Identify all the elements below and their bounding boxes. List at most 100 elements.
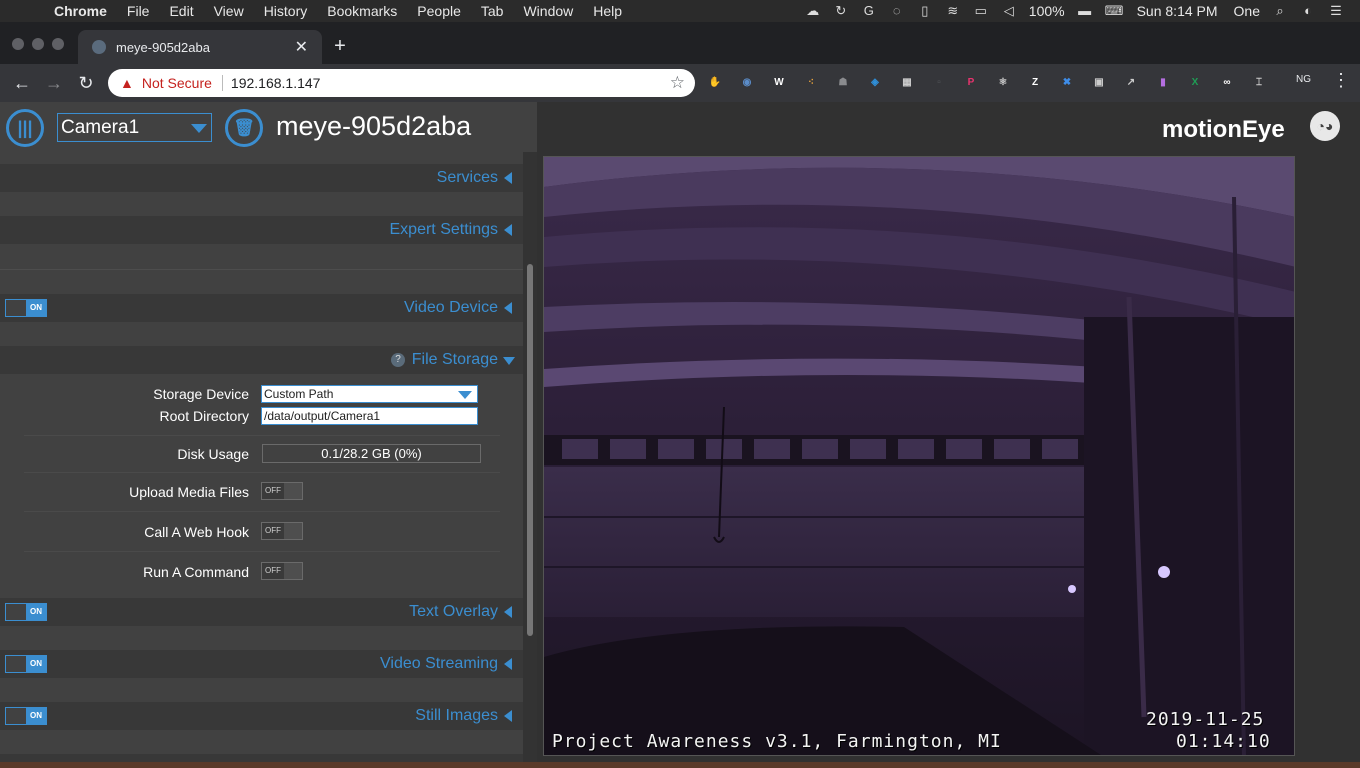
grid-ext-icon[interactable]: ▦ (898, 74, 916, 92)
menu-edit[interactable]: Edit (169, 3, 193, 19)
video-streaming-toggle[interactable]: ON (5, 655, 47, 673)
upload-media-toggle[interactable]: OFF (261, 482, 303, 500)
overlay-time: 01:14:10 (1176, 731, 1271, 752)
forward-button[interactable]: → (44, 73, 64, 94)
menu-chrome[interactable]: Chrome (54, 3, 107, 19)
url-text[interactable]: 192.168.1.147 (231, 75, 670, 91)
menu-people[interactable]: People (417, 3, 461, 19)
upload-media-label: Upload Media Files (129, 484, 249, 500)
person-ext-icon[interactable]: ☗ (834, 74, 852, 92)
row-divider (24, 551, 500, 552)
menu-history[interactable]: History (264, 3, 308, 19)
close-window-button[interactable] (12, 38, 24, 50)
wifi-icon[interactable]: ≋ (945, 4, 961, 18)
excel-ext-icon[interactable]: X (1186, 74, 1204, 92)
menu-clock[interactable]: Sun 8:14 PM (1137, 3, 1218, 19)
menu-file[interactable]: File (127, 3, 150, 19)
video-device-toggle[interactable]: ON (5, 299, 47, 317)
menu-view[interactable]: View (214, 3, 244, 19)
storage-device-select[interactable]: Custom Path (261, 385, 478, 403)
settings-toggle-icon[interactable]: ||| (6, 109, 44, 147)
root-directory-input[interactable] (261, 407, 478, 425)
row-divider (24, 511, 500, 512)
tab-close-icon[interactable]: ✕ (295, 37, 308, 57)
run-command-toggle[interactable]: OFF (261, 562, 303, 580)
clipboard-icon[interactable]: ▯ (917, 4, 933, 18)
dots-ext-icon[interactable]: ⁖ (802, 74, 820, 92)
zoom-window-button[interactable] (52, 38, 64, 50)
owl-logo-icon: ◔◕ (1310, 111, 1340, 141)
cloud-icon[interactable]: ☁ (805, 4, 821, 18)
section-video-device[interactable]: ON Video Device (0, 294, 523, 322)
search-icon[interactable]: ⌕ (1272, 4, 1288, 18)
settings-scrollbar[interactable] (523, 152, 537, 762)
section-title-expert-settings: Expert Settings (389, 221, 499, 238)
g-icon[interactable]: G (861, 4, 877, 18)
menu-tab[interactable]: Tab (481, 3, 504, 19)
collapse-arrow-icon (504, 302, 512, 314)
section-file-storage[interactable]: ? File Storage (0, 346, 523, 374)
square-ext-icon[interactable]: ▣ (1090, 74, 1108, 92)
trash-icon[interactable]: 🗑 (225, 109, 263, 147)
shield-ext-icon[interactable]: ◈ (866, 74, 884, 92)
siri-icon[interactable]: ◐ (1300, 4, 1316, 18)
camera-frame[interactable]: Project Awareness v3.1, Farmington, MI 2… (543, 156, 1295, 756)
faded-ext-icon[interactable]: ▫ (930, 74, 948, 92)
warning-icon[interactable]: ▲ (120, 75, 134, 91)
text-overlay-toggle[interactable]: ON (5, 603, 47, 621)
toggle-off-label: OFF (262, 483, 284, 499)
menu-window[interactable]: Window (523, 3, 573, 19)
keyboard-icon[interactable]: ⌨ (1105, 4, 1124, 18)
collapse-arrow-icon (504, 658, 512, 670)
back-button[interactable]: ← (12, 73, 32, 94)
eye-ext-icon[interactable]: ◉ (738, 74, 756, 92)
airplay-icon[interactable]: ▭ (973, 4, 989, 18)
section-next-partial (0, 754, 523, 762)
camera-select[interactable]: Camera1 (57, 113, 212, 142)
sync-icon[interactable]: ↻ (833, 4, 849, 18)
toggle-knob (284, 483, 302, 499)
section-expert-settings[interactable]: Expert Settings (0, 216, 523, 244)
w-ext-icon[interactable]: W (770, 74, 788, 92)
battery-icon[interactable]: ▬ (1077, 4, 1093, 18)
section-services[interactable]: Services (0, 164, 523, 192)
toggle-on-label: ON (26, 300, 46, 316)
help-icon[interactable]: ? (391, 353, 405, 367)
spinner-icon[interactable]: ◌ (889, 4, 905, 18)
section-divider (0, 269, 523, 270)
volume-icon[interactable]: ◁ (1001, 4, 1017, 18)
bookmark-star-icon[interactable]: ☆ (670, 73, 685, 93)
address-bar[interactable]: ▲ Not Secure 192.168.1.147 ☆ (108, 69, 695, 97)
disk-usage-label: Disk Usage (177, 446, 249, 462)
ping-ext-icon[interactable]: P (962, 74, 980, 92)
chrome-menu-icon[interactable]: ⋮ (1332, 70, 1350, 91)
still-images-toggle[interactable]: ON (5, 707, 47, 725)
web-hook-toggle[interactable]: OFF (261, 522, 303, 540)
macos-menu-bar: Chrome File Edit View History Bookmarks … (0, 0, 1360, 22)
section-video-streaming[interactable]: ON Video Streaming (0, 650, 523, 678)
section-text-overlay[interactable]: ON Text Overlay (0, 598, 523, 626)
hand-ext-icon[interactable]: ✋ (706, 74, 724, 92)
glasses-ext-icon[interactable]: ∞ (1218, 74, 1236, 92)
not-secure-label[interactable]: Not Secure (142, 75, 212, 91)
menu-user[interactable]: One (1234, 3, 1260, 19)
menu-bookmarks[interactable]: Bookmarks (327, 3, 397, 19)
cast-ext-icon[interactable]: ⌶ (1250, 74, 1268, 92)
section-still-images[interactable]: ON Still Images (0, 702, 523, 730)
x-ext-icon[interactable]: ✖ (1058, 74, 1076, 92)
arrow-ext-icon[interactable]: ↗ (1122, 74, 1140, 92)
z-ext-icon[interactable]: Z (1026, 74, 1044, 92)
profile-avatar[interactable]: NG (1296, 74, 1311, 85)
toggle-on-label: ON (26, 604, 46, 620)
menu-help[interactable]: Help (593, 3, 622, 19)
notification-center-icon[interactable]: ☰ (1328, 4, 1344, 18)
section-title-still-images: Still Images (415, 707, 498, 724)
reload-button[interactable]: ↻ (76, 73, 96, 94)
scrollbar-thumb[interactable] (527, 264, 533, 636)
new-tab-button[interactable]: + (330, 35, 350, 58)
browser-tab[interactable]: meye-905d2aba ✕ (78, 30, 322, 64)
minimize-window-button[interactable] (32, 38, 44, 50)
react-ext-icon[interactable]: ⚛ (994, 74, 1012, 92)
purple-ext-icon[interactable]: ▮ (1154, 74, 1172, 92)
battery-percent[interactable]: 100% (1029, 3, 1065, 19)
